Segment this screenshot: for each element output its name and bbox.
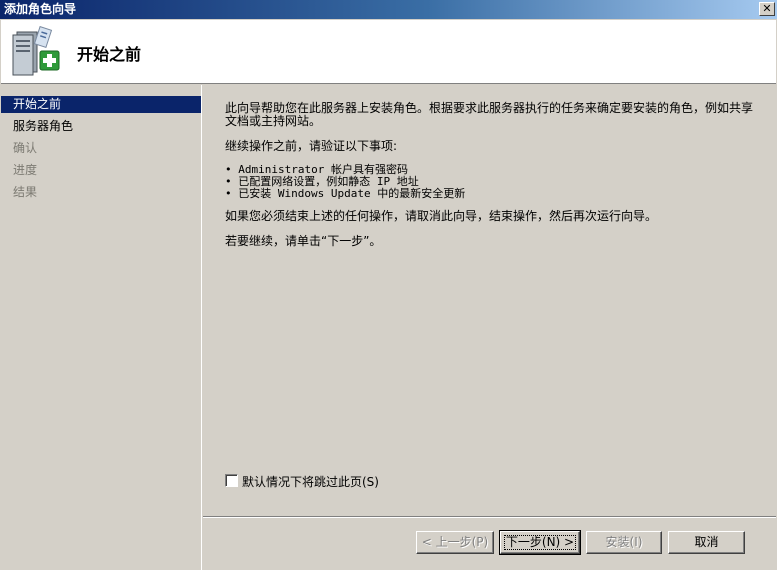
window-title: 添加角色向导 bbox=[4, 2, 77, 16]
title-bar[interactable]: 添加角色向导 ✕ bbox=[0, 0, 777, 19]
step-server-roles[interactable]: 服务器角色 bbox=[1, 118, 201, 135]
continue-text: 若要继续，请单击“下一步”。 bbox=[225, 234, 382, 248]
step-progress: 进度 bbox=[13, 163, 38, 177]
verify-heading: 继续操作之前，请验证以下事项: bbox=[225, 139, 398, 153]
install-button[interactable]: 安装(I) bbox=[586, 531, 662, 554]
page-title: 开始之前 bbox=[77, 45, 142, 64]
list-item: 已安装 Windows Update 中的最新安全更新 bbox=[225, 188, 465, 200]
prerequisite-list: Administrator 帐户具有强密码 已配置网络设置，例如静态 IP 地址… bbox=[225, 164, 465, 200]
skip-page-label[interactable]: 默认情况下将跳过此页(S) bbox=[242, 473, 379, 490]
step-before-you-begin[interactable]: 开始之前 bbox=[1, 96, 201, 113]
step-results: 结果 bbox=[13, 185, 38, 199]
wizard-content: 此向导帮助您在此服务器上安装角色。根据要求此服务器执行的任务来确定要安装的角色，… bbox=[203, 85, 776, 515]
wizard-step-nav: 开始之前 服务器角色 确认 进度 结果 bbox=[1, 85, 202, 570]
previous-button[interactable]: < 上一步(P) bbox=[416, 531, 494, 554]
add-roles-wizard-window: 添加角色向导 ✕ 开始之前 开始之前 服务器角色 确认 进度 结果 此向导帮助您… bbox=[0, 0, 777, 570]
button-separator bbox=[203, 516, 776, 518]
wizard-header: 开始之前 bbox=[1, 20, 776, 84]
warning-text: 如果您必须结束上述的任何操作，请取消此向导，结束操作，然后再次运行向导。 bbox=[225, 209, 658, 223]
next-button[interactable]: 下一步(N) > bbox=[499, 530, 581, 555]
close-button[interactable]: ✕ bbox=[759, 2, 775, 16]
skip-page-checkbox[interactable] bbox=[225, 474, 238, 487]
cancel-button[interactable]: 取消 bbox=[668, 531, 745, 554]
intro-text: 此向导帮助您在此服务器上安装角色。根据要求此服务器执行的任务来确定要安装的角色，… bbox=[225, 101, 754, 128]
step-confirmation: 确认 bbox=[13, 141, 38, 155]
server-add-role-icon bbox=[11, 25, 61, 78]
close-icon: ✕ bbox=[762, 2, 772, 15]
